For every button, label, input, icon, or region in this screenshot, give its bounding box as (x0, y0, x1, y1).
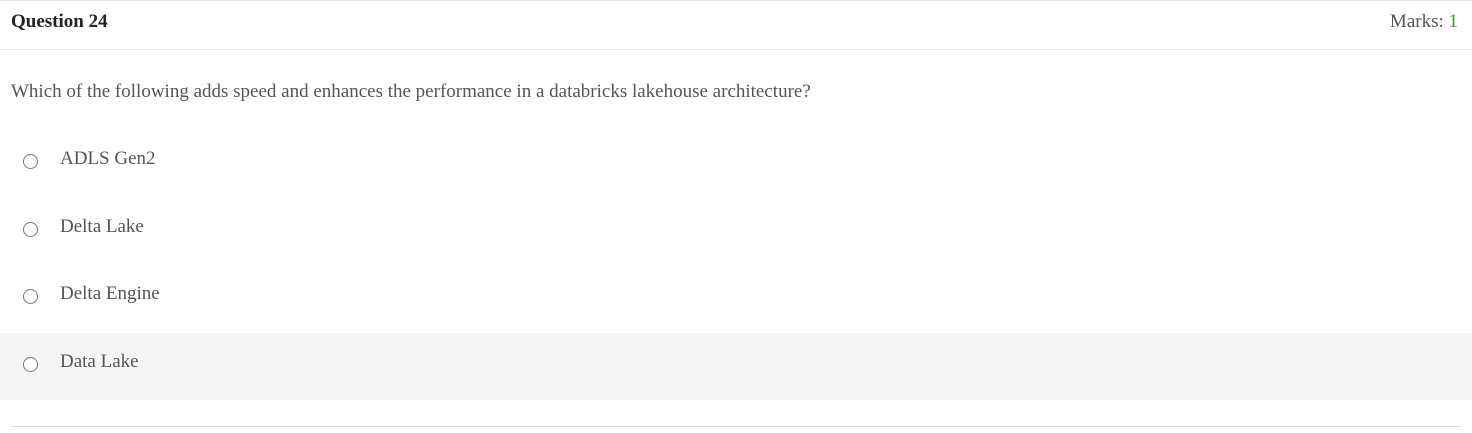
question-text: Which of the following adds speed and en… (11, 81, 811, 102)
option-label: ADLS Gen2 (60, 148, 156, 169)
question-title: Question 24 (11, 11, 108, 32)
answer-options: ADLS Gen2 Delta Lake Delta Engine Data L… (0, 130, 1472, 400)
option-label: Delta Engine (60, 283, 160, 304)
answer-option-delta-lake[interactable]: Delta Lake (0, 198, 1472, 266)
bottom-divider (11, 426, 1461, 427)
radio-button[interactable] (23, 289, 38, 304)
answer-option-adls-gen2[interactable]: ADLS Gen2 (0, 130, 1472, 198)
marks-indicator: Marks: 1 (1390, 11, 1458, 33)
answer-option-delta-engine[interactable]: Delta Engine (0, 265, 1472, 333)
question-card: Question 24 Marks: 1 Which of the follow… (0, 0, 1472, 433)
answer-option-data-lake[interactable]: Data Lake (0, 332, 1472, 400)
option-label: Data Lake (60, 350, 139, 372)
radio-button[interactable] (23, 356, 38, 372)
marks-value: 1 (1448, 11, 1459, 32)
option-label: Delta Lake (60, 215, 144, 237)
marks-label: Marks: (1389, 11, 1449, 32)
radio-button[interactable] (23, 221, 38, 237)
question-header: Question 24 Marks: 1 (0, 1, 1472, 50)
radio-button[interactable] (23, 154, 38, 169)
